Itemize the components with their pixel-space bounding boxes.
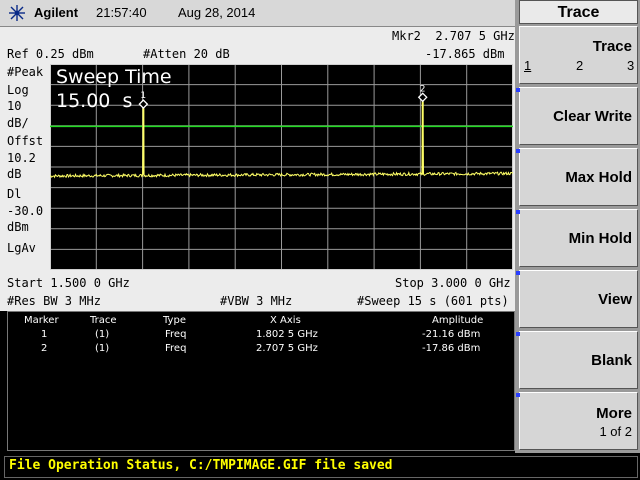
column-header-marker: Marker [24, 315, 59, 326]
softkey-tick-icon [516, 210, 520, 214]
cell-amplitude: -17.86 dBm [422, 343, 481, 354]
offset-unit: dB [7, 167, 22, 181]
column-header-trace: Trace [90, 315, 117, 326]
max-hold-key[interactable]: Max Hold [516, 148, 638, 206]
cell-type: Freq [165, 343, 187, 354]
more-label: More [596, 405, 632, 422]
cell-marker: 2 [41, 343, 48, 354]
marker-frequency-readout: Mkr2 2.707 5 GHz [392, 29, 515, 43]
sweep-setting: #Sweep 15 s (601 pts) [357, 294, 509, 308]
agilent-logo-icon [9, 5, 25, 21]
cell-x-axis: 1.802 5 GHz [256, 329, 318, 340]
softkey-menu-title: Trace [519, 0, 638, 24]
cell-amplitude: -21.16 dBm [422, 329, 481, 340]
column-header-x-axis: X Axis [270, 315, 301, 326]
scale-unit-label: dB/ [7, 116, 29, 130]
more-page-indicator: 1 of 2 [599, 424, 632, 439]
column-header-amplitude: Amplitude [432, 315, 484, 326]
display-line-label: Dl [7, 187, 22, 201]
file-status-bar: File Operation Status, C:/TMPIMAGE.GIF f… [4, 456, 638, 478]
start-frequency: Start 1.500 0 GHz [7, 276, 130, 290]
file-status-message: File Operation Status, C:/TMPIMAGE.GIF f… [9, 458, 393, 473]
brand-name: Agilent [34, 5, 79, 20]
trace-option-3[interactable]: 3 [627, 58, 634, 73]
min-hold-label: Min Hold [568, 230, 632, 247]
reference-level: Ref 0.25 dBm [7, 47, 94, 61]
clock-time: 21:57:40 [96, 5, 147, 20]
trace-select-label: Trace [592, 38, 632, 55]
resolution-bandwidth: #Res BW 3 MHz [7, 294, 101, 308]
trace-option-1[interactable]: 1 [524, 58, 531, 73]
marker-diamond-icon [138, 99, 149, 110]
min-hold-key[interactable]: Min Hold [516, 209, 638, 267]
detector-label: #Peak [7, 65, 44, 79]
blank-key[interactable]: Blank [516, 331, 638, 389]
display-line-value: -30.0 [7, 204, 44, 218]
view-key[interactable]: View [516, 270, 638, 328]
softkey-tick-icon [516, 271, 520, 275]
attenuation: #Atten 20 dB [143, 47, 230, 61]
stop-frequency: Stop 3.000 0 GHz [395, 276, 511, 290]
scale-type-label: Log [7, 83, 29, 97]
sweep-time-label: Sweep Time [56, 66, 172, 88]
scale-value-label: 10 [7, 99, 22, 113]
cell-x-axis: 2.707 5 GHz [256, 343, 318, 354]
offset-value: 10.2 [7, 151, 36, 165]
more-key[interactable]: More 1 of 2 [516, 392, 638, 450]
clear-write-key[interactable]: Clear Write [516, 87, 638, 145]
spectrum-plot: 1 2 Sweep Time 15.00 s [50, 64, 513, 270]
softkey-tick-icon [516, 149, 520, 153]
cell-trace: (1) [95, 343, 110, 354]
column-header-type: Type [163, 315, 186, 326]
view-label: View [598, 291, 632, 308]
marker-number-label: 2 [420, 84, 426, 94]
average-type-label: LgAv [7, 241, 36, 255]
trace-option-2[interactable]: 2 [576, 58, 583, 73]
softkey-tick-icon [516, 393, 520, 397]
offset-label: Offst [7, 134, 44, 148]
marker-amplitude-readout: -17.865 dBm [425, 47, 505, 61]
trace-select-key[interactable]: Trace 1 2 3 [519, 26, 638, 84]
marker-table: Marker Trace Type X Axis Amplitude 1 (1)… [7, 311, 515, 451]
clock-date: Aug 28, 2014 [178, 5, 256, 20]
softkey-tick-icon [516, 88, 520, 92]
clear-write-label: Clear Write [553, 108, 632, 125]
blank-label: Blank [591, 352, 632, 369]
instrument-header: Agilent 21:57:40 Aug 28, 2014 [0, 0, 515, 27]
softkey-tick-icon [516, 332, 520, 336]
cell-marker: 1 [41, 329, 48, 340]
display-line-unit: dBm [7, 220, 29, 234]
cell-trace: (1) [95, 329, 110, 340]
marker-number-label: 1 [140, 91, 146, 101]
sweep-time-value: 15.00 s [56, 90, 133, 112]
cell-type: Freq [165, 329, 187, 340]
max-hold-label: Max Hold [565, 169, 632, 186]
video-bandwidth: #VBW 3 MHz [220, 294, 293, 308]
